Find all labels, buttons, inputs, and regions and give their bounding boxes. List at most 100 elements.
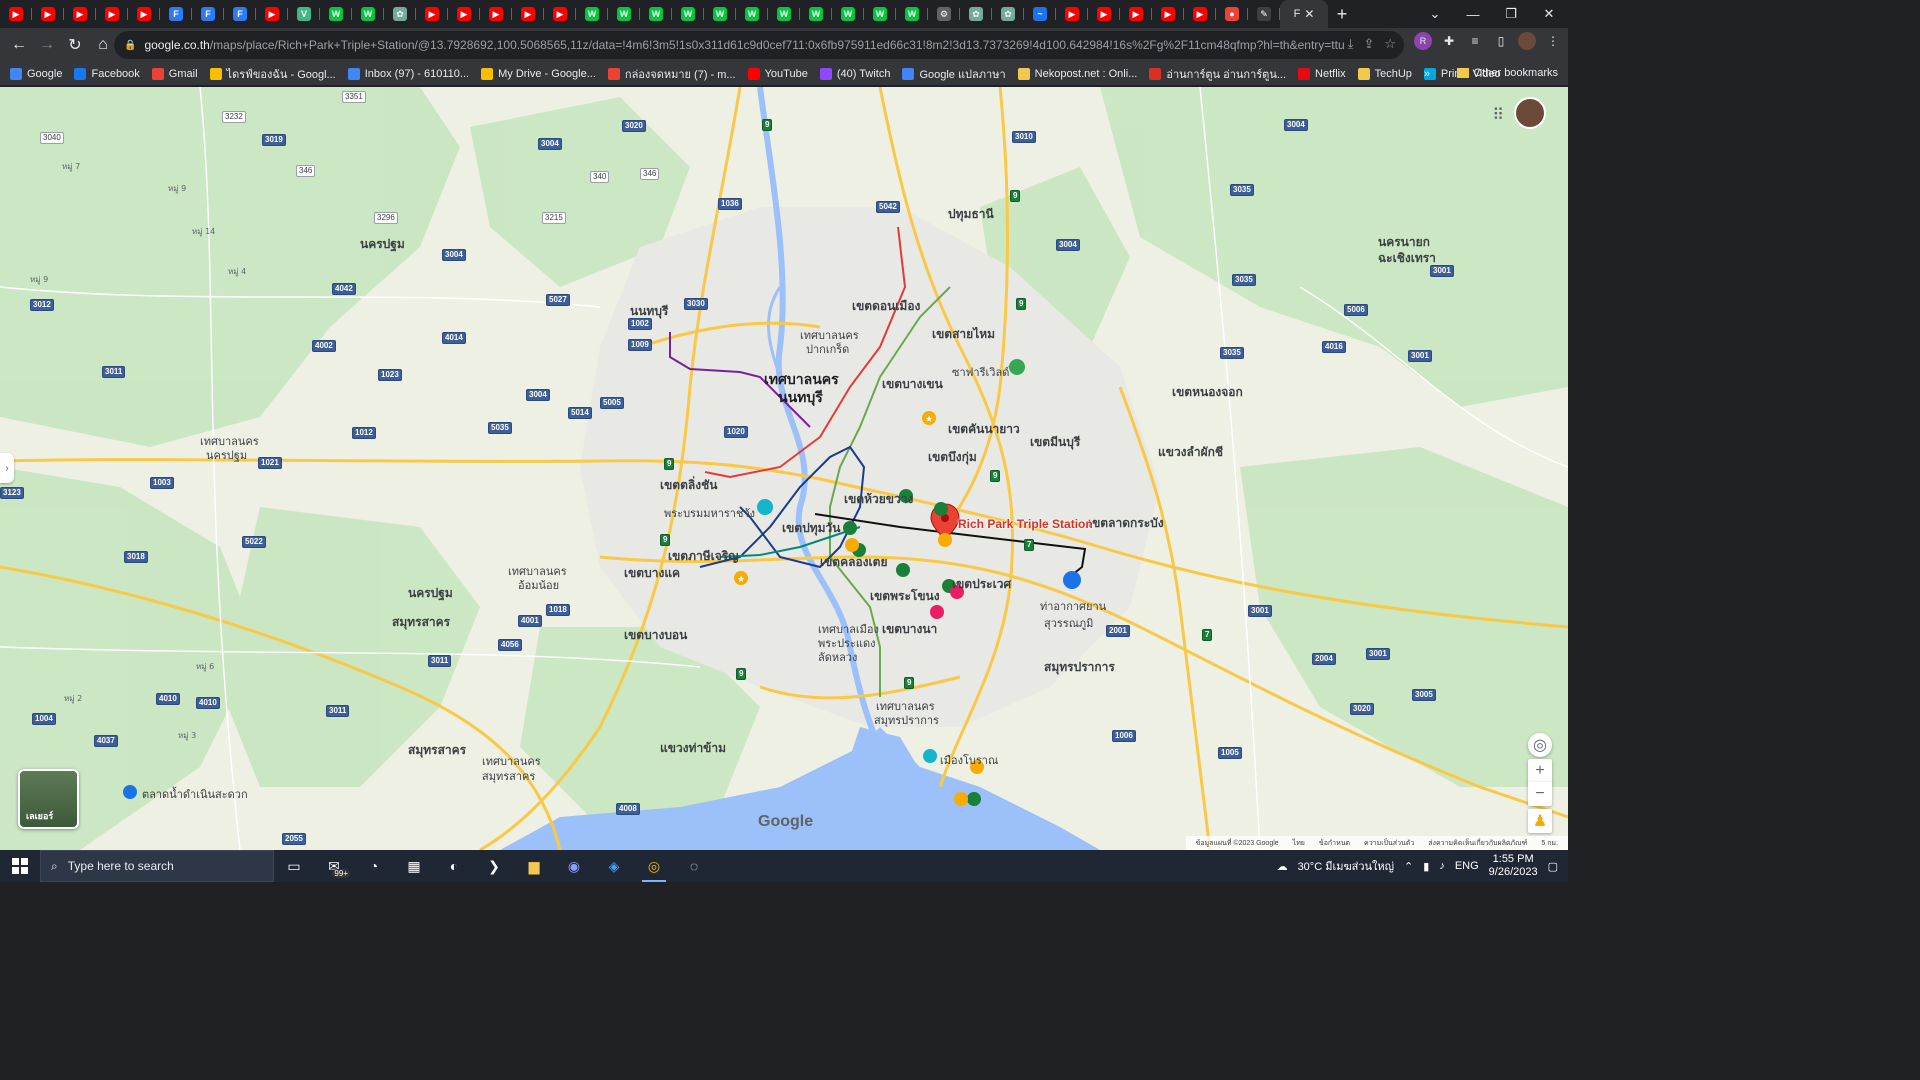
map-place-label[interactable]: สมุทรปราการ (1044, 658, 1115, 677)
extension-icon[interactable]: R (1414, 32, 1432, 50)
bookmark-star-icon[interactable]: ☆ (1384, 36, 1396, 52)
map-place-label[interactable]: หมู่ 3 (178, 729, 196, 742)
network-icon[interactable]: ▮ (1423, 860, 1429, 873)
browser-tab[interactable]: ✿ (992, 0, 1024, 28)
browser-tab[interactable]: V (288, 0, 320, 28)
map-place-label[interactable]: แขวงลำผักชี (1158, 443, 1223, 462)
browser-tab[interactable]: ▶ (1184, 0, 1216, 28)
browser-tab[interactable]: ▶ (96, 0, 128, 28)
file-explorer-icon[interactable]: ▆ (514, 850, 554, 882)
map-place-label[interactable]: นครปฐม (206, 446, 247, 464)
weather-icon[interactable]: ☁ (1277, 860, 1288, 873)
browser-tab[interactable]: W (352, 0, 384, 28)
map-place-label[interactable]: เขตปทุมวัน (782, 519, 840, 538)
map-place-label[interactable]: นนทบุรี (778, 387, 823, 409)
map-place-label[interactable]: ฉะเชิงเทรา (1378, 249, 1436, 268)
restore-icon[interactable]: ❐ (1492, 0, 1530, 28)
puzzle-extensions-icon[interactable]: ✚ (1440, 32, 1458, 50)
map-place-label[interactable]: เขตประเวศ (952, 575, 1011, 594)
browser-tab[interactable]: ▶ (1152, 0, 1184, 28)
browser-tab[interactable]: ▶ (480, 0, 512, 28)
account-avatar[interactable] (1514, 97, 1546, 129)
browser-tab[interactable]: W (640, 0, 672, 28)
home-icon[interactable]: ⌂ (90, 32, 116, 58)
browser-tab[interactable]: ▶ (416, 0, 448, 28)
map-place-label[interactable]: เขตบึงกุ่ม (928, 448, 977, 467)
bookmark-item[interactable]: Inbox (97) - 610110... (347, 67, 469, 80)
close-window-icon[interactable]: ✕ (1530, 0, 1568, 28)
map-place-label[interactable]: นครปฐม (360, 235, 405, 254)
my-location-icon[interactable]: ◎ (1528, 733, 1552, 757)
browser-tab[interactable]: F (160, 0, 192, 28)
browser-tab[interactable]: W (320, 0, 352, 28)
bookmark-item[interactable]: TechUp (1357, 67, 1412, 80)
notification-icon[interactable]: ▢ (1548, 860, 1558, 873)
browser-tab[interactable]: ▶ (0, 0, 32, 28)
layers-button[interactable]: เลเยอร์ (18, 769, 79, 829)
map-place-label[interactable]: ปากเกร็ด (806, 340, 849, 358)
other-bookmarks-folder[interactable]: Other bookmarks (1456, 67, 1558, 79)
install-app-icon[interactable]: ⤓ (1348, 36, 1354, 52)
map-place-label[interactable]: ลัดหลวง (818, 648, 857, 666)
browser-tab[interactable]: ▶ (128, 0, 160, 28)
map-place-label[interactable]: เขตหนองจอก (1172, 383, 1243, 402)
place-pin-label[interactable]: Rich Park Triple Station (958, 517, 1093, 531)
browser-tab[interactable]: W (832, 0, 864, 28)
powershell-icon[interactable]: ❯ (474, 850, 514, 882)
apps-grid-icon[interactable]: ⠿ (1492, 105, 1504, 125)
map-place-label[interactable]: เขตห้วยขวาง (844, 490, 913, 509)
map-place-label[interactable]: สุวรรณภูมิ (1044, 614, 1093, 632)
browser-tab[interactable]: F (192, 0, 224, 28)
map-place-label[interactable]: หมู่ 9 (30, 273, 48, 286)
browser-tab[interactable]: W (672, 0, 704, 28)
bookmark-item[interactable]: Google แปลภาษา (902, 65, 1006, 83)
attribution-item[interactable]: ส่งความคิดเห็นเกี่ยวกับผลิตภัณฑ์ (1428, 838, 1527, 849)
bookmark-item[interactable]: Netflix (1298, 67, 1346, 80)
map-place-label[interactable]: เขตลาดกระบัง (1088, 514, 1164, 533)
bookmark-item[interactable]: ไดรฟ์ของฉัน - Googl... (209, 65, 336, 83)
store-icon[interactable]: ▦ (394, 850, 434, 882)
map-place-label[interactable]: ซาฟารีเวิลด์ (952, 363, 1009, 381)
more-bookmarks-button[interactable]: » (1424, 68, 1430, 80)
map-place-label[interactable]: เขตคันนายาว (948, 420, 1020, 439)
attribution-item[interactable]: ความเป็นส่วนตัว (1364, 838, 1414, 849)
minimize-icon[interactable]: — (1454, 0, 1492, 28)
chrome-icon[interactable]: ◎ (634, 850, 674, 882)
map-place-label[interactable]: สมุทรสาคร (482, 767, 535, 785)
browser-tab[interactable]: W (864, 0, 896, 28)
browser-tab[interactable]: ⚙ (928, 0, 960, 28)
menu-kebab-icon[interactable]: ⋮ (1544, 32, 1562, 50)
browser-tab[interactable]: W (800, 0, 832, 28)
side-panel-icon[interactable]: ▯ (1492, 32, 1510, 50)
browser-tab[interactable]: ▶ (1088, 0, 1120, 28)
bookmark-item[interactable]: Google (10, 67, 62, 80)
zoom-out-button[interactable]: − (1528, 782, 1552, 806)
tab-search-icon[interactable]: ⌄ (1416, 0, 1454, 28)
bookmark-item[interactable]: YouTube (747, 67, 808, 80)
reload-icon[interactable]: ↻ (62, 32, 88, 58)
attribution-item[interactable]: ข้อกำหนด (1319, 838, 1350, 849)
map-place-label[interactable]: พระบรมมหาราชวัง (664, 504, 755, 522)
bookmark-item[interactable]: Facebook (74, 67, 140, 80)
browser-tab[interactable]: W (768, 0, 800, 28)
media-control-icon[interactable]: ≡ (1466, 32, 1484, 50)
map-place-label[interactable]: หมู่ 7 (62, 160, 80, 173)
app-icon[interactable]: ◔ (354, 850, 394, 882)
vscode-icon[interactable]: ◈ (594, 850, 634, 882)
browser-tab[interactable]: W (896, 0, 928, 28)
map-place-label[interactable]: เขตบางบอน (624, 626, 687, 645)
browser-tab[interactable]: W (704, 0, 736, 28)
windows-start-button[interactable] (0, 850, 40, 882)
clock[interactable]: 1:55 PM 9/26/2023 (1489, 853, 1538, 879)
attribution-item[interactable]: 5 กม. (1541, 838, 1558, 849)
map-place-label[interactable]: เขตคลองเตย (820, 553, 887, 572)
forward-icon[interactable]: → (34, 32, 60, 58)
map-place-label[interactable]: เขตมีนบุรี (1030, 433, 1080, 452)
app-icon[interactable]: ◐ (434, 850, 474, 882)
language-indicator[interactable]: ENG (1455, 860, 1479, 872)
browser-tab[interactable]: ✎ (1248, 0, 1280, 28)
expand-sidebar-button[interactable]: › (0, 453, 14, 483)
browser-tab[interactable]: ▶ (1120, 0, 1152, 28)
browser-tab[interactable]: W (736, 0, 768, 28)
bookmark-item[interactable]: My Drive - Google... (481, 67, 596, 80)
